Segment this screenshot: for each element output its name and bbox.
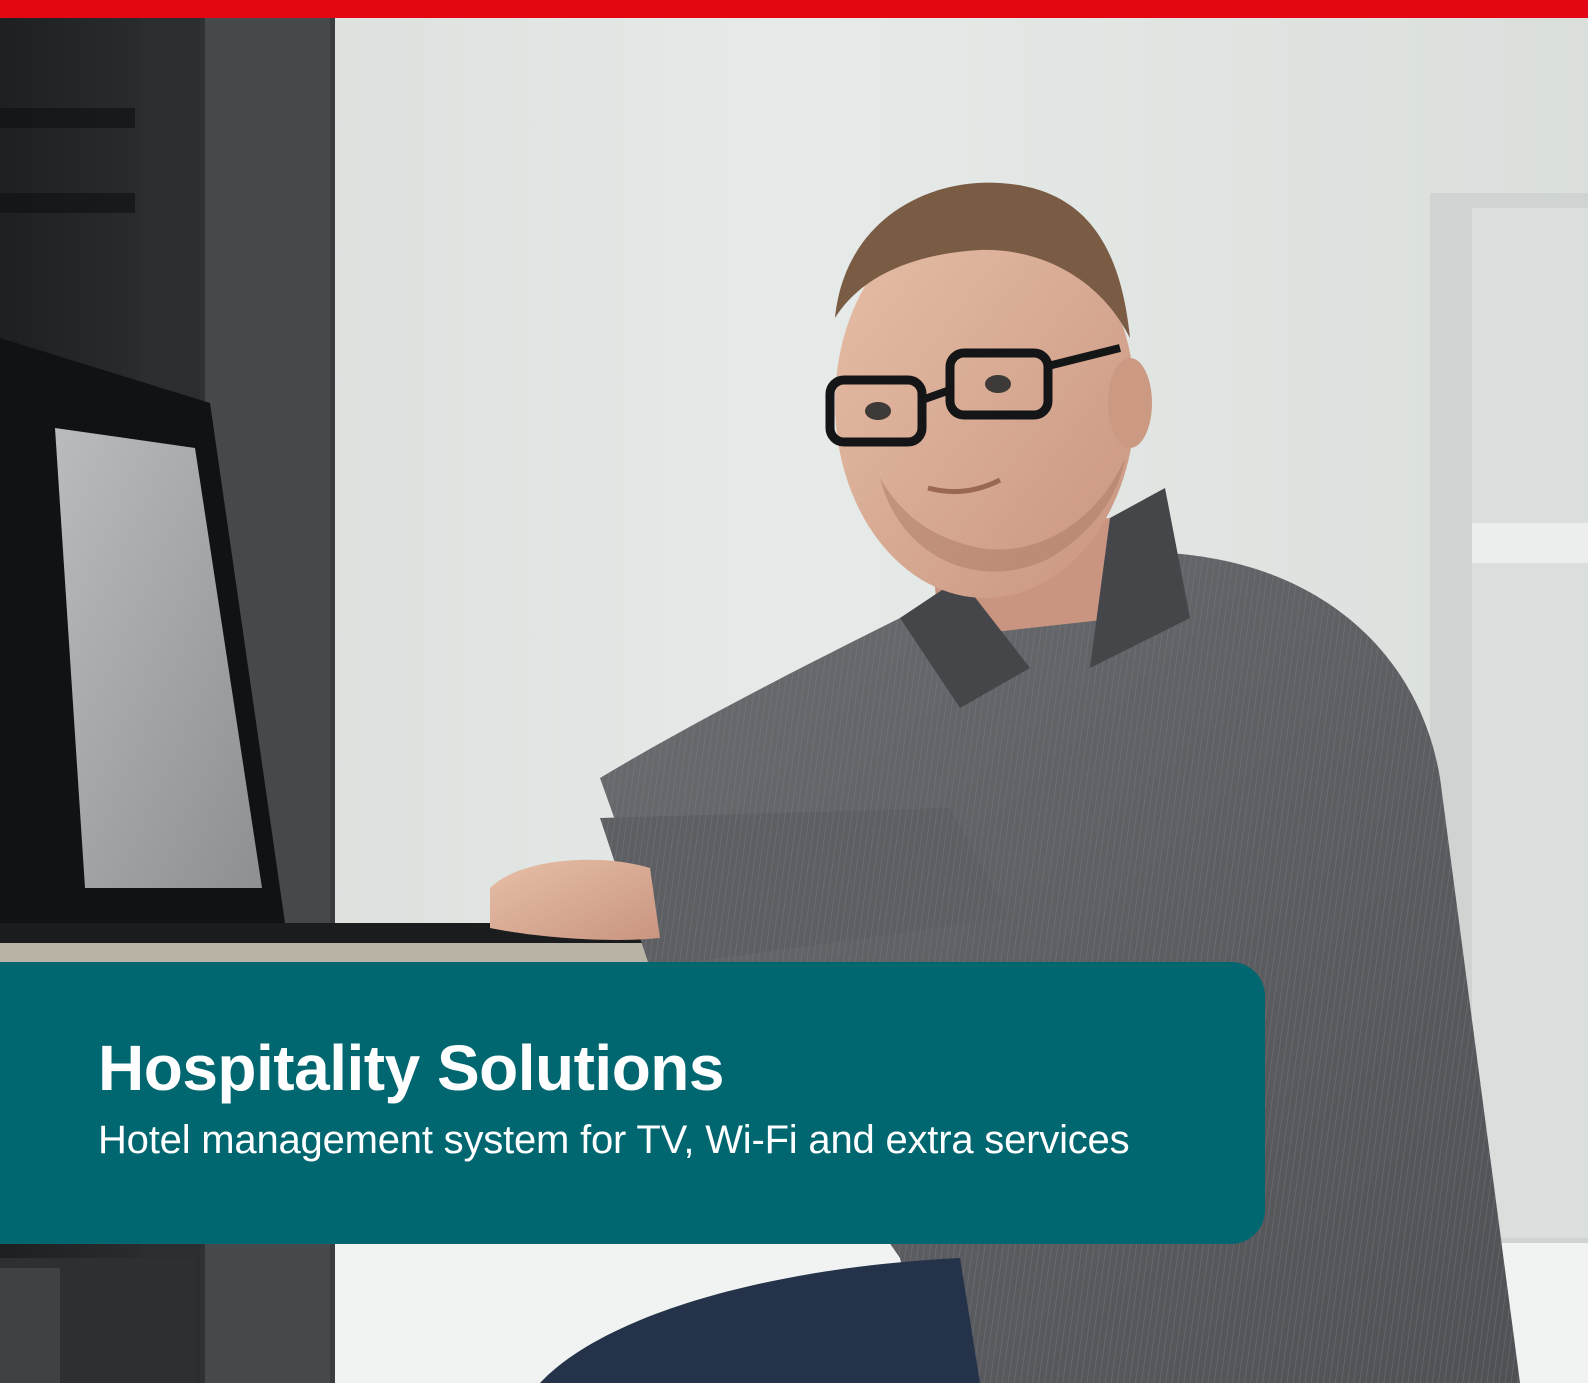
brochure-cover: Hospitality Solutions Hotel management s… [0,0,1588,1383]
page-subtitle: Hotel management system for TV, Wi-Fi an… [98,1118,1130,1162]
top-accent-bar [0,0,1588,18]
title-card: Hospitality Solutions Hotel management s… [0,962,1265,1244]
page-title: Hospitality Solutions [98,1032,724,1104]
